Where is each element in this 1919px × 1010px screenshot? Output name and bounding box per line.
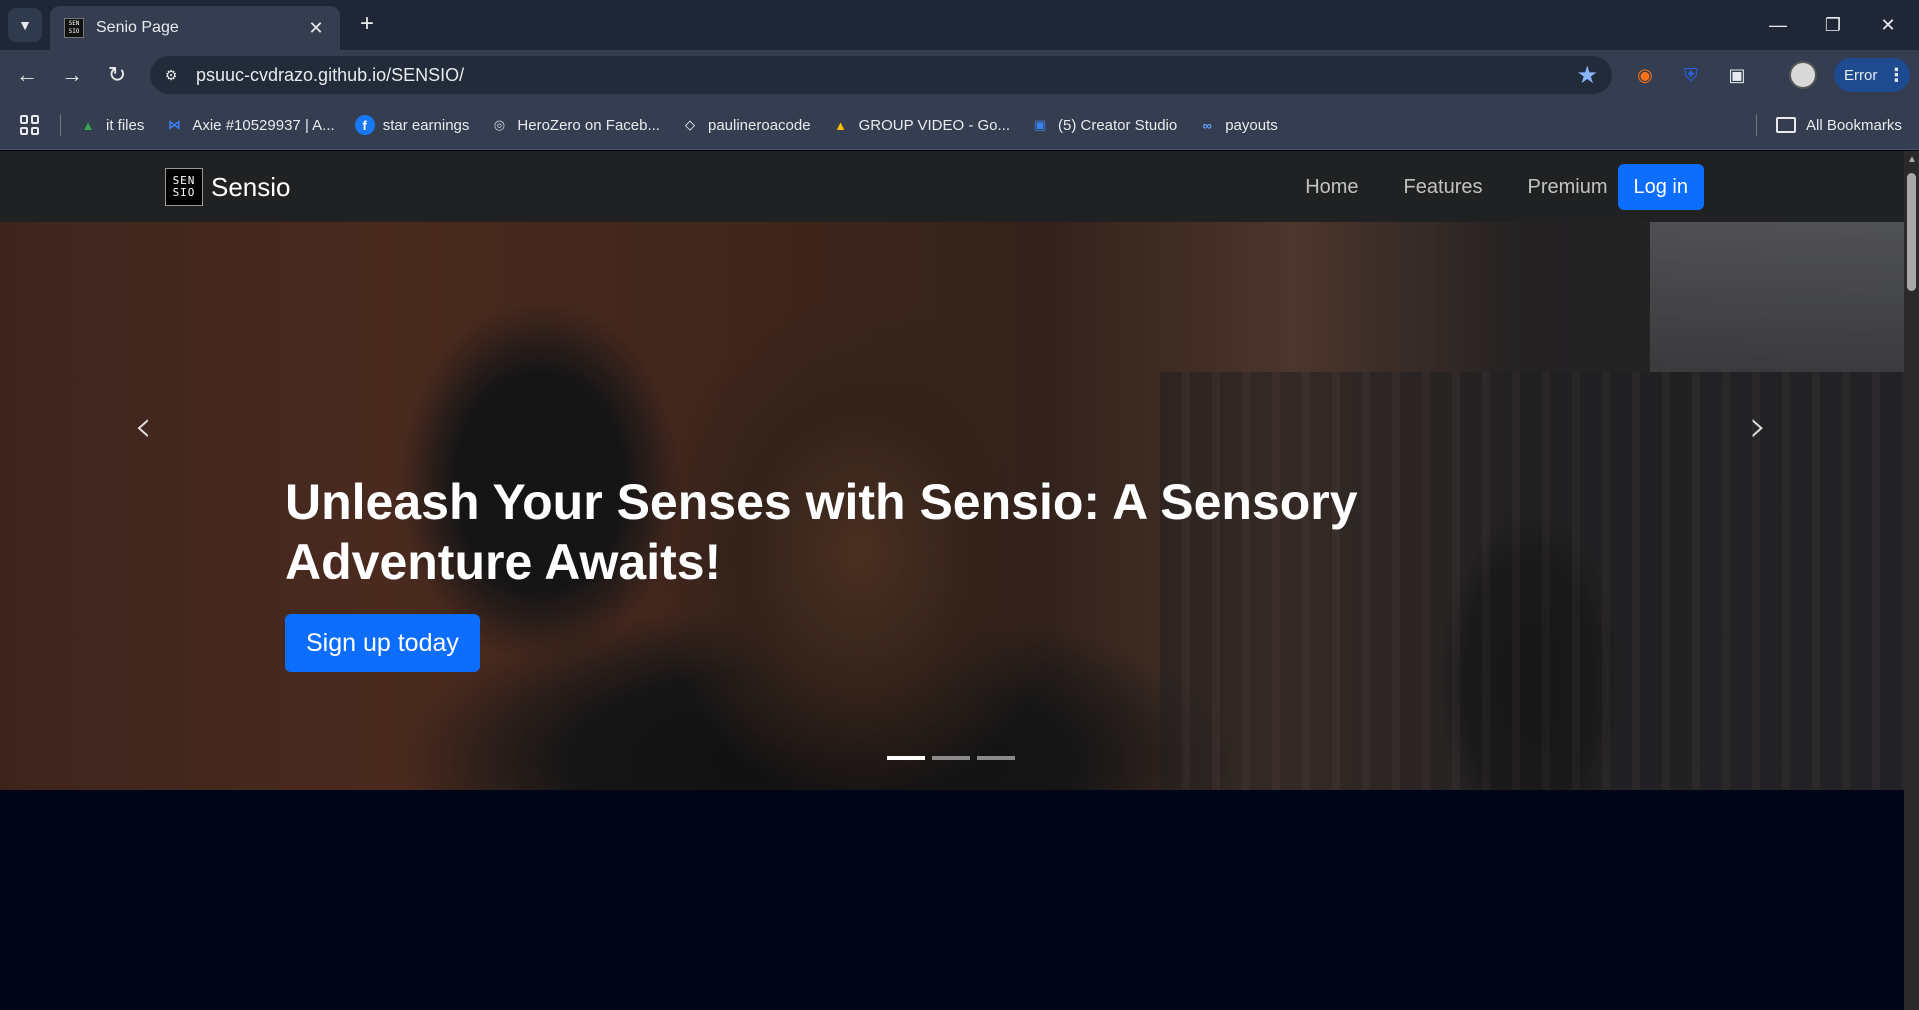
menu-dots-icon: ⋮ bbox=[1887, 64, 1906, 85]
bookmarks-bar: ▲ it files ⋈ Axie #10529937 | A... f star ear… bbox=[0, 100, 1919, 150]
facebook-icon: f bbox=[354, 115, 375, 135]
folder-icon bbox=[1776, 117, 1796, 133]
tab-title: Senio Page bbox=[96, 19, 179, 36]
bookmark-label: HeroZero on Faceb... bbox=[517, 116, 660, 134]
brand-name: Sensio bbox=[211, 171, 291, 202]
tab-favicon: SEN SIO bbox=[64, 18, 84, 38]
globe-icon: ◎ bbox=[493, 117, 506, 132]
signup-button[interactable]: Sign up today bbox=[285, 614, 480, 672]
carousel-indicators bbox=[887, 756, 1022, 760]
chevron-down-icon: ▼ bbox=[18, 17, 32, 33]
bookmark-label: payouts bbox=[1225, 116, 1278, 134]
bookmark-label: GROUP VIDEO - Go... bbox=[858, 116, 1010, 134]
bookmark-item[interactable]: ◎ HeroZero on Faceb... bbox=[489, 115, 660, 135]
bookmark-item[interactable]: ▲ it files bbox=[78, 115, 145, 135]
site-navbar: SEN SIO Sensio Home Features Premium Log … bbox=[0, 151, 1904, 222]
sensio-logo: SEN SIO bbox=[165, 168, 203, 206]
axie-icon: ⋈ bbox=[167, 117, 181, 132]
bookmark-label: it files bbox=[106, 116, 145, 134]
nav-premium[interactable]: Premium bbox=[1527, 176, 1607, 199]
fox-extension-icon[interactable]: ◉ bbox=[1631, 61, 1659, 89]
profile-error-button[interactable]: Error ⋮ bbox=[1834, 58, 1910, 92]
page-viewport: SEN SIO Sensio Home Features Premium Log … bbox=[0, 151, 1904, 1010]
hero-carousel: ‹ › Unleash Your Senses with Sensio: A S… bbox=[0, 222, 1904, 790]
brand-link[interactable]: SEN SIO Sensio bbox=[165, 168, 291, 206]
carousel-prev-icon[interactable]: ‹ bbox=[123, 405, 163, 449]
scroll-up-icon[interactable]: ▲ bbox=[1907, 154, 1917, 165]
bookmark-star-icon[interactable]: ★ bbox=[1576, 61, 1598, 90]
new-tab-button[interactable]: + bbox=[352, 10, 382, 40]
tab-search-button[interactable]: ▼ bbox=[8, 8, 42, 42]
carousel-indicator[interactable] bbox=[887, 756, 925, 760]
bookmark-label: paulineroacode bbox=[707, 116, 811, 134]
login-button[interactable]: Log in bbox=[1617, 164, 1704, 210]
minimize-button[interactable]: — bbox=[1756, 8, 1800, 42]
bookmark-item[interactable]: ▲ GROUP VIDEO - Go... bbox=[831, 115, 1010, 135]
extensions-puzzle-icon[interactable]: ▣ bbox=[1723, 61, 1751, 89]
browser-toolbar: ← → ↻ ⚙ psuuc-cvdrazo.github.io/SENSIO/ … bbox=[0, 50, 1919, 100]
restore-button[interactable]: ❐ bbox=[1811, 8, 1855, 42]
page-scrollbar[interactable]: ▲ bbox=[1904, 151, 1919, 1010]
forward-button[interactable]: → bbox=[55, 58, 89, 92]
nav-features[interactable]: Features bbox=[1404, 176, 1483, 199]
hero-caption: Unleash Your Senses with Sensio: A Senso… bbox=[285, 472, 1585, 672]
carousel-indicator[interactable] bbox=[932, 756, 970, 760]
bookmark-item[interactable]: ∞ payouts bbox=[1197, 115, 1278, 135]
bookmark-item[interactable]: ⋈ Axie #10529937 | A... bbox=[164, 115, 335, 135]
bookmark-label: star earnings bbox=[382, 116, 470, 134]
tab-active[interactable]: SEN SIO Senio Page ✕ bbox=[50, 6, 340, 50]
close-icon[interactable]: ✕ bbox=[306, 18, 326, 39]
scroll-thumb[interactable] bbox=[1907, 173, 1916, 291]
shield-extension-icon[interactable]: ⛨ bbox=[1677, 61, 1705, 89]
hero-title: Unleash Your Senses with Sensio: A Senso… bbox=[285, 474, 1358, 590]
bookmark-item[interactable]: f star earnings bbox=[354, 115, 470, 135]
bookmark-label: Axie #10529937 | A... bbox=[192, 116, 335, 134]
carousel-next-icon[interactable]: › bbox=[1738, 405, 1778, 449]
bookmark-item[interactable]: ◇ paulineroacode bbox=[680, 115, 811, 135]
address-bar[interactable]: ⚙ psuuc-cvdrazo.github.io/SENSIO/ ★ bbox=[150, 56, 1612, 94]
url-text[interactable]: psuuc-cvdrazo.github.io/SENSIO/ bbox=[196, 65, 1576, 86]
google-drive-icon: ▲ bbox=[834, 117, 848, 133]
bookmark-label: (5) Creator Studio bbox=[1058, 116, 1178, 134]
creator-studio-icon: ▣ bbox=[1033, 117, 1047, 132]
profile-avatar[interactable] bbox=[1789, 61, 1817, 89]
google-drive-icon: ▲ bbox=[81, 117, 95, 133]
tab-strip: ▼ SEN SIO Senio Page ✕ + — ❐ ✕ bbox=[0, 0, 1919, 50]
apps-grid-icon[interactable] bbox=[20, 115, 40, 135]
carousel-indicator[interactable] bbox=[977, 756, 1015, 760]
error-label: Error bbox=[1844, 66, 1878, 84]
all-bookmarks-button[interactable]: All Bookmarks bbox=[1754, 100, 1902, 150]
meta-icon: ∞ bbox=[1202, 117, 1212, 133]
all-bookmarks-label: All Bookmarks bbox=[1806, 116, 1902, 134]
back-button[interactable]: ← bbox=[10, 58, 44, 92]
bookmark-list: ▲ it files ⋈ Axie #10529937 | A... f star ear… bbox=[78, 100, 1298, 150]
nav-links: Home Features Premium Log in bbox=[1260, 164, 1704, 210]
nav-home[interactable]: Home bbox=[1305, 176, 1358, 199]
code-icon: ◇ bbox=[684, 117, 695, 132]
window-close-button[interactable]: ✕ bbox=[1866, 8, 1910, 42]
bookmark-item[interactable]: ▣ (5) Creator Studio bbox=[1030, 115, 1177, 135]
site-info-icon[interactable]: ⚙ bbox=[156, 60, 186, 90]
bookmarks-divider bbox=[60, 114, 61, 136]
reload-button[interactable]: ↻ bbox=[100, 58, 134, 92]
